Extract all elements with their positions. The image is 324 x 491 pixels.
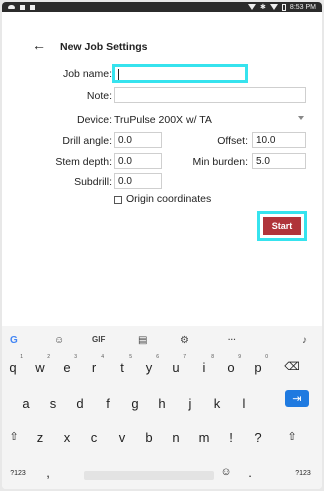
- keyboard-row-1: q1 w2 e3 r4 t5 y6 u7 i8 o9 p0 ⌫: [2, 354, 322, 390]
- key-x[interactable]: x: [57, 430, 77, 445]
- enter-key-icon[interactable]: ⇥: [285, 390, 309, 407]
- battery-icon: [281, 3, 286, 11]
- key-comma[interactable]: ,: [38, 465, 58, 480]
- key-l[interactable]: l: [234, 396, 254, 411]
- app-bar: ← New Job Settings: [2, 12, 322, 64]
- sticker-icon[interactable]: ☺: [54, 335, 64, 346]
- shift-left-icon[interactable]: ⇧: [4, 430, 24, 443]
- device-select[interactable]: TruPulse 200X w/ TA: [114, 114, 212, 126]
- min-burden-label: Min burden:: [192, 156, 248, 168]
- key-y[interactable]: y6: [139, 354, 159, 375]
- start-button-highlight: Start: [257, 211, 307, 241]
- key-d[interactable]: d: [70, 396, 90, 411]
- microphone-icon[interactable]: ♪: [302, 335, 307, 346]
- stem-depth-input[interactable]: 0.0: [114, 153, 162, 169]
- key-v[interactable]: v: [112, 430, 132, 445]
- wifi-icon: [269, 4, 278, 10]
- status-bar: ✱ 8:53 PM: [2, 2, 322, 12]
- keyboard-toolbar: G ☺ GIF ▤ ⚙ ··· ♪: [2, 326, 322, 354]
- key-j[interactable]: j: [180, 396, 200, 411]
- key-n[interactable]: n: [166, 430, 186, 445]
- key-s[interactable]: s: [43, 396, 63, 411]
- soft-keyboard: G ☺ GIF ▤ ⚙ ··· ♪ q1 w2 e3 r4 t5 y6 u7 i…: [2, 326, 322, 489]
- clipboard-icon[interactable]: ▤: [138, 335, 147, 346]
- key-w[interactable]: w2: [30, 354, 50, 375]
- symbols-key-right[interactable]: ?123: [291, 470, 315, 477]
- shift-right-icon[interactable]: ⇧: [282, 430, 302, 443]
- notification-icon: [20, 4, 25, 10]
- back-arrow-icon[interactable]: ←: [32, 38, 46, 52]
- key-t[interactable]: t5: [112, 354, 132, 375]
- key-b[interactable]: b: [139, 430, 159, 445]
- bluetooth-icon: ✱: [260, 4, 266, 11]
- min-burden-input[interactable]: 5.0: [252, 153, 306, 169]
- key-o[interactable]: o9: [221, 354, 241, 375]
- origin-coordinates-label[interactable]: Origin coordinates: [126, 193, 211, 205]
- subdrill-label: Subdrill:: [74, 176, 112, 188]
- keyboard-row-2: a s d f g h j k l: [2, 396, 322, 426]
- space-bar[interactable]: [84, 471, 214, 480]
- key-q[interactable]: q1: [3, 354, 23, 375]
- device-screen: ✱ 8:53 PM ← New Job Settings Job name: N…: [2, 2, 322, 489]
- stem-depth-label: Stem depth:: [55, 156, 112, 168]
- note-label: Note:: [86, 90, 112, 102]
- text-caret: [118, 68, 119, 80]
- location-icon: [248, 4, 257, 10]
- cloud-icon: [8, 5, 15, 9]
- note-input[interactable]: [114, 87, 306, 103]
- job-name-input[interactable]: [112, 64, 248, 83]
- origin-coordinates-checkbox[interactable]: [114, 196, 122, 204]
- emoji-icon[interactable]: ☺: [216, 466, 236, 478]
- job-name-label: Job name:: [62, 68, 112, 80]
- more-options-button[interactable]: ···: [228, 335, 236, 344]
- key-period[interactable]: .: [240, 465, 260, 480]
- offset-label: Offset:: [217, 135, 248, 147]
- key-i[interactable]: i8: [194, 354, 214, 375]
- key-e[interactable]: e3: [57, 354, 77, 375]
- lock-icon: [30, 4, 35, 10]
- symbols-key[interactable]: ?123: [6, 470, 30, 477]
- key-u[interactable]: u7: [166, 354, 186, 375]
- page-title: New Job Settings: [60, 41, 148, 53]
- drill-angle-label: Drill angle:: [62, 135, 112, 147]
- keyboard-row-3: ⇧ z x c v b n m ! ? ⇧: [2, 430, 322, 460]
- google-icon[interactable]: G: [10, 335, 18, 346]
- key-z[interactable]: z: [30, 430, 50, 445]
- drill-angle-input[interactable]: 0.0: [114, 132, 162, 148]
- key-m[interactable]: m: [194, 430, 214, 445]
- key-g[interactable]: g: [125, 396, 145, 411]
- subdrill-input[interactable]: 0.0: [114, 173, 162, 189]
- key-a[interactable]: a: [16, 396, 36, 411]
- key-h[interactable]: h: [152, 396, 172, 411]
- key-r[interactable]: r4: [84, 354, 104, 375]
- settings-icon[interactable]: ⚙: [180, 335, 189, 346]
- key-c[interactable]: c: [84, 430, 104, 445]
- device-label: Device:: [76, 114, 112, 126]
- status-time: 8:53 PM: [289, 3, 316, 11]
- key-k[interactable]: k: [207, 396, 227, 411]
- key-exclamation[interactable]: !: [221, 430, 241, 445]
- key-f[interactable]: f: [98, 396, 118, 411]
- start-button[interactable]: Start: [263, 217, 301, 235]
- key-question[interactable]: ?: [248, 430, 268, 445]
- backspace-icon[interactable]: ⌫: [282, 360, 302, 373]
- gif-button[interactable]: GIF: [92, 335, 105, 344]
- dropdown-arrow-icon[interactable]: [298, 116, 304, 120]
- key-p[interactable]: p0: [248, 354, 268, 375]
- offset-input[interactable]: 10.0: [252, 132, 306, 148]
